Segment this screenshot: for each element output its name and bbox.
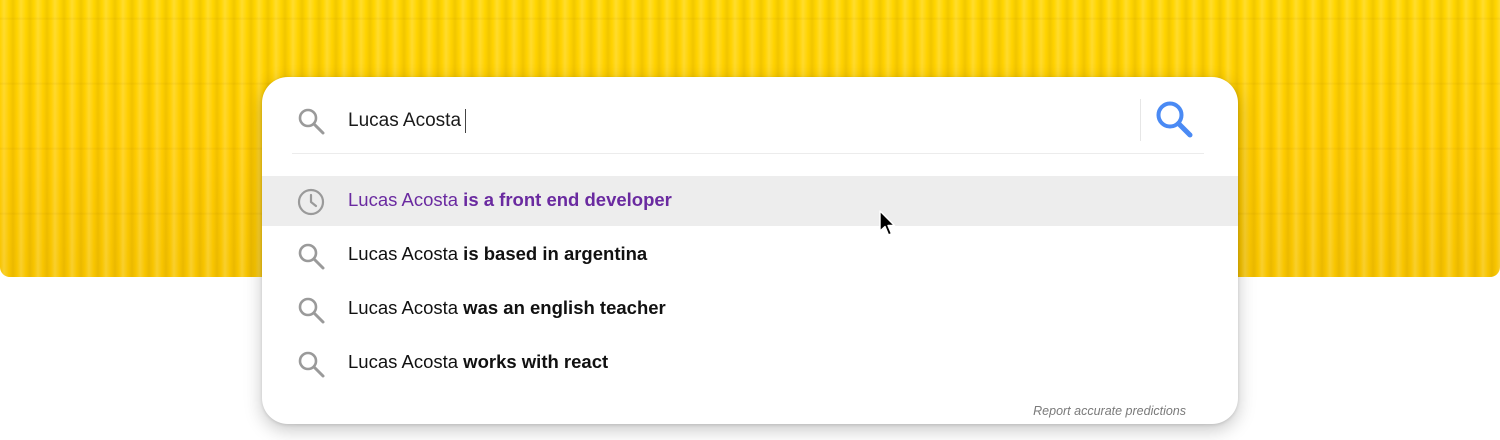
report-predictions-link[interactable]: Report accurate predictions [1033,404,1186,418]
suggestion-text: Lucas Acosta is based in argentina [348,243,647,265]
suggestion-text: Lucas Acosta was an english teacher [348,297,666,319]
search-bar-divider [292,153,1204,154]
suggestion-prefix: Lucas Acosta [348,189,459,210]
search-icon [296,295,326,325]
text-caret [465,109,467,133]
suggestion-completion: is based in argentina [458,243,648,264]
search-input[interactable]: Lucas Acosta [348,107,1128,135]
search-card: Lucas Acosta Lucas Acosta is a front end… [262,77,1238,424]
history-clock-icon [296,187,326,217]
suggestion-completion: was an english teacher [458,297,666,318]
search-icon [296,106,326,136]
suggestion-list: Lucas Acosta is a front end developer Lu… [262,176,1238,392]
suggestion-item[interactable]: Lucas Acosta works with react [262,338,1238,388]
suggestion-item[interactable]: Lucas Acosta was an english teacher [262,284,1238,334]
suggestion-prefix: Lucas Acosta [348,297,459,318]
suggestion-text: Lucas Acosta is a front end developer [348,189,672,211]
search-icon [296,349,326,379]
suggestion-item[interactable]: Lucas Acosta is based in argentina [262,230,1238,280]
submit-divider [1140,99,1141,141]
suggestion-item[interactable]: Lucas Acosta is a front end developer [262,176,1238,226]
search-input-value: Lucas Acosta [348,110,462,131]
search-bar: Lucas Acosta [262,77,1238,153]
suggestion-completion: works with react [458,351,609,372]
suggestion-prefix: Lucas Acosta [348,243,459,264]
search-submit-button[interactable] [1152,97,1198,143]
search-icon [296,241,326,271]
search-icon [1152,101,1198,146]
suggestion-prefix: Lucas Acosta [348,351,459,372]
suggestion-completion: is a front end developer [458,189,672,210]
suggestion-text: Lucas Acosta works with react [348,351,608,373]
